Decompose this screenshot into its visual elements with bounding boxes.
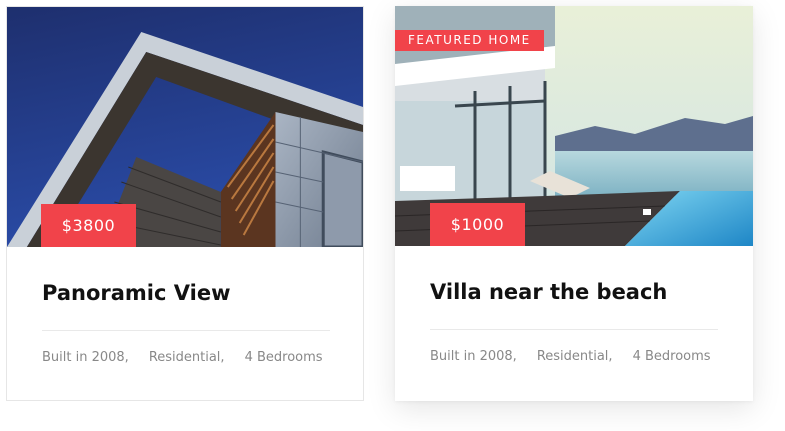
featured-badge: FEATURED HOME <box>395 30 544 51</box>
meta-built: Built in 2008, <box>42 350 129 365</box>
divider <box>42 330 330 331</box>
property-card[interactable]: FEATURED HOME $1000 Villa near the beach… <box>395 6 753 401</box>
property-title[interactable]: Villa near the beach <box>430 280 667 304</box>
property-title[interactable]: Panoramic View <box>42 281 230 305</box>
meta-built: Built in 2008, <box>430 349 517 364</box>
meta-bedrooms: 4 Bedrooms <box>632 349 711 364</box>
listings-grid: $3800 Panoramic View Built in 2008, Resi… <box>0 0 785 431</box>
divider <box>430 329 718 330</box>
meta-bedrooms: 4 Bedrooms <box>244 350 323 365</box>
meta-type: Residential, <box>148 350 225 365</box>
price-badge: $3800 <box>41 204 136 247</box>
price-badge: $1000 <box>430 203 525 246</box>
meta-type: Residential, <box>536 349 613 364</box>
property-card[interactable]: $3800 Panoramic View Built in 2008, Resi… <box>6 6 364 401</box>
property-meta: Built in 2008, Residential, 4 Bedrooms <box>430 349 731 364</box>
property-meta: Built in 2008, Residential, 4 Bedrooms <box>42 350 343 365</box>
